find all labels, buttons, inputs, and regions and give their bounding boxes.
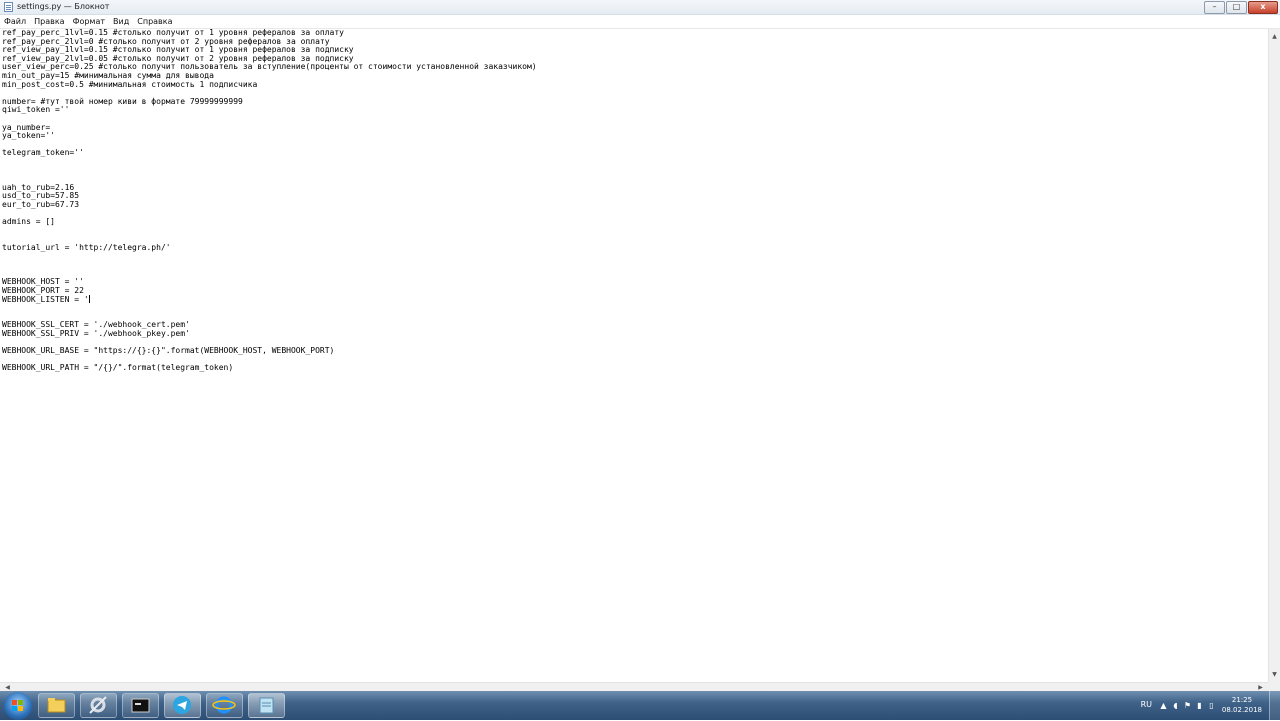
code-line[interactable] xyxy=(2,252,1268,261)
action-center-icon[interactable]: ⚑ xyxy=(1183,701,1192,710)
internet-explorer-icon[interactable] xyxy=(206,693,243,718)
clock-date: 08.02.2018 xyxy=(1221,706,1262,714)
code-line[interactable]: admins = [] xyxy=(2,217,1268,227)
code-line[interactable]: telegram_token='' xyxy=(2,149,1268,158)
close-button[interactable]: x xyxy=(1248,1,1278,14)
menu-view[interactable]: Вид xyxy=(109,15,133,28)
menu-edit[interactable]: Правка xyxy=(30,15,68,28)
text-caret xyxy=(88,295,90,304)
code-line[interactable]: WEBHOOK_SSL_PRIV = './webhook_pkey.pem' xyxy=(2,329,1268,339)
code-line[interactable]: min_post_cost=0.5 #минимальная стоимость… xyxy=(2,80,1268,90)
code-line[interactable]: qiwi_token ='' xyxy=(2,106,1268,115)
code-line[interactable]: number= #тут твой номер киви в формате 7… xyxy=(2,97,1268,107)
size-grip[interactable] xyxy=(1268,682,1280,691)
volume-icon[interactable]: ◖ xyxy=(1171,701,1180,710)
notepad-icon xyxy=(4,2,13,12)
code-line[interactable] xyxy=(2,270,1268,279)
code-line[interactable] xyxy=(2,115,1268,124)
minimize-button[interactable]: – xyxy=(1204,1,1225,14)
code-line[interactable]: eur_to_rub=67.73 xyxy=(2,200,1268,210)
menu-help[interactable]: Справка xyxy=(133,15,176,28)
menu-file[interactable]: Файл xyxy=(0,15,30,28)
power-icon[interactable]: ▯ xyxy=(1207,701,1216,710)
code-line[interactable] xyxy=(2,227,1268,236)
code-line[interactable]: WEBHOOK_SSL_CERT = './webhook_cert.pem' xyxy=(2,321,1268,330)
code-line[interactable]: ya_number= xyxy=(2,123,1268,133)
window-controls: – □ x xyxy=(1203,1,1278,14)
code-line[interactable] xyxy=(2,209,1268,218)
explorer-icon[interactable] xyxy=(38,693,75,718)
terminal-icon[interactable] xyxy=(122,693,159,718)
code-line[interactable]: WEBHOOK_HOST = '' xyxy=(2,278,1268,287)
tray-expand-icon[interactable]: ▲ xyxy=(1159,701,1168,710)
code-line[interactable] xyxy=(2,141,1268,150)
code-line[interactable]: tutorial_url = 'http://telegra.ph/' xyxy=(2,243,1268,253)
language-indicator[interactable]: RU xyxy=(1141,700,1152,709)
clock[interactable]: 21:25 08.02.2018 xyxy=(1222,695,1262,715)
clock-time: 21:25 xyxy=(1231,696,1253,704)
code-line[interactable] xyxy=(2,304,1268,313)
code-line[interactable]: WEBHOOK_PORT = 22 xyxy=(2,286,1268,296)
code-line[interactable]: WEBHOOK_LISTEN = ' xyxy=(2,295,1268,304)
code-line[interactable]: uah_to_rub=2.16 xyxy=(2,183,1268,193)
telegram-icon[interactable] xyxy=(164,693,201,718)
code-line[interactable]: usd_to_rub=57.85 xyxy=(2,192,1268,201)
text-editor[interactable]: ref_pay_perc_1lvl=0.15 #столько получит … xyxy=(0,29,1268,682)
code-line[interactable]: WEBHOOK_URL_PATH = "/{}/".format(telegra… xyxy=(2,364,1268,373)
window-title: settings.py — Блокнот xyxy=(17,2,110,11)
title-bar: settings.py — Блокнот – □ x xyxy=(0,0,1280,15)
code-line[interactable] xyxy=(2,313,1268,322)
notepad-icon[interactable] xyxy=(248,693,285,718)
code-line[interactable] xyxy=(2,235,1268,244)
code-line[interactable] xyxy=(2,158,1268,167)
scroll-down-icon[interactable]: ▼ xyxy=(1269,669,1280,680)
vertical-scrollbar[interactable]: ▲ ▼ xyxy=(1268,29,1280,682)
network-icon[interactable]: ▮ xyxy=(1195,701,1204,710)
code-line[interactable] xyxy=(2,175,1268,184)
tools-icon[interactable] xyxy=(80,693,117,718)
scroll-up-icon[interactable]: ▲ xyxy=(1269,31,1280,42)
menu-bar: Файл Правка Формат Вид Справка xyxy=(0,15,1280,29)
code-line[interactable] xyxy=(2,261,1268,270)
show-desktop-button[interactable] xyxy=(1269,691,1280,720)
code-line[interactable] xyxy=(2,167,1268,176)
taskbar: RU ▲ ◖ ⚑ ▮ ▯ 21:25 08.02.2018 xyxy=(0,691,1280,720)
maximize-button[interactable]: □ xyxy=(1226,1,1247,14)
windows-start-icon[interactable] xyxy=(4,692,32,720)
code-line[interactable]: WEBHOOK_URL_BASE = "https://{}:{}".forma… xyxy=(2,346,1268,356)
code-line[interactable]: ya_token='' xyxy=(2,132,1268,141)
editor-content[interactable]: ref_pay_perc_1lvl=0.15 #столько получит … xyxy=(0,29,1268,373)
menu-format[interactable]: Формат xyxy=(69,15,109,28)
